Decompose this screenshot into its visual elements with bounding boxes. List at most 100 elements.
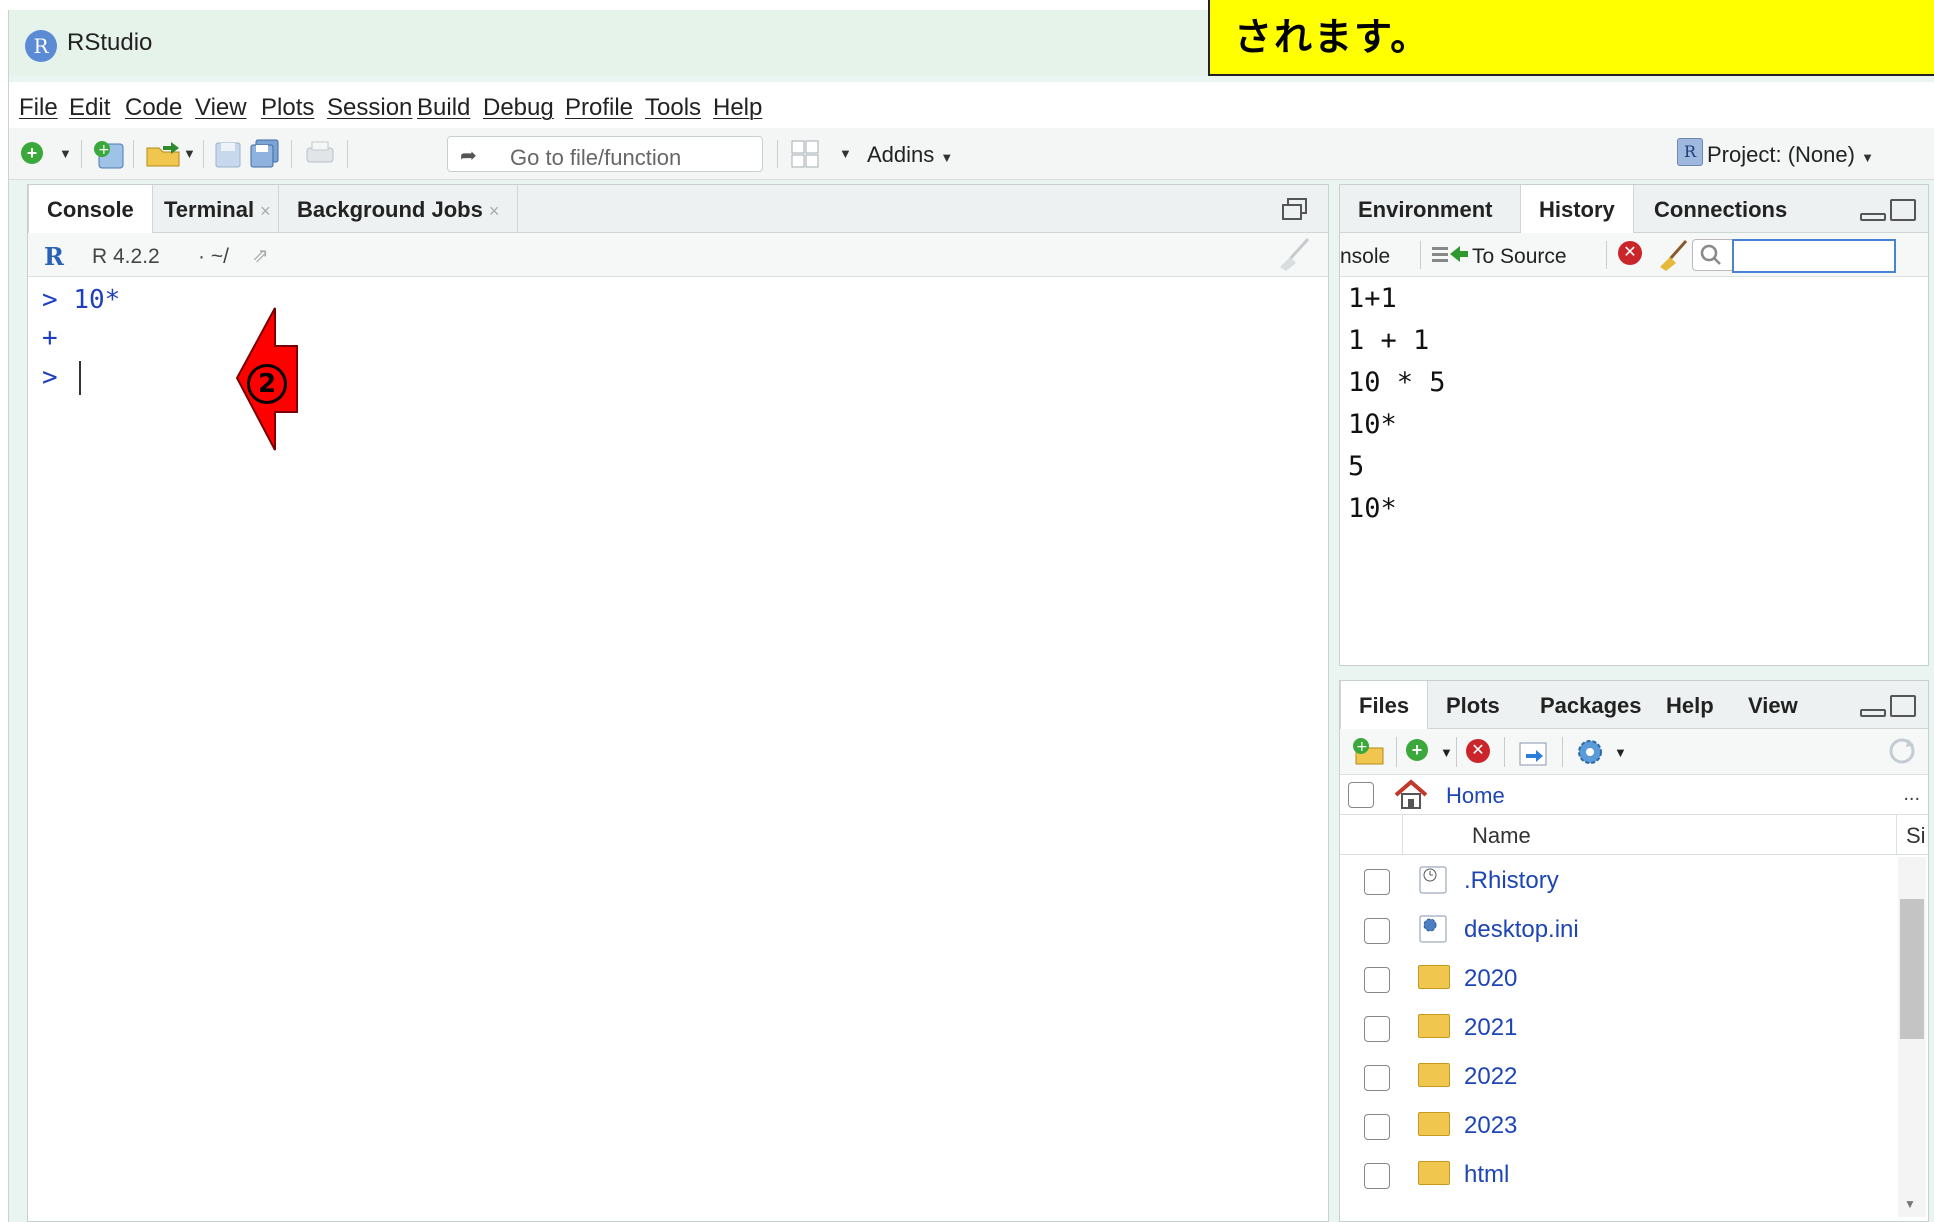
- tab-help[interactable]: Help: [1648, 681, 1732, 729]
- history-entry[interactable]: 10 * 5: [1348, 367, 1446, 398]
- history-entry[interactable]: 10*: [1348, 409, 1397, 440]
- file-checkbox[interactable]: [1364, 967, 1390, 993]
- chevron-down-icon: ▼: [940, 150, 954, 165]
- new-file-dropdown[interactable]: ▼: [59, 146, 72, 178]
- file-checkbox[interactable]: [1364, 1163, 1390, 1189]
- print-button[interactable]: [303, 138, 337, 170]
- go-to-file-input[interactable]: ➦ Go to file/function: [447, 136, 763, 172]
- menu-profile[interactable]: Profile: [565, 94, 633, 122]
- maximize-icon[interactable]: [1890, 199, 1916, 221]
- minimize-icon[interactable]: [1860, 213, 1886, 221]
- history-entry[interactable]: 1+1: [1348, 283, 1397, 314]
- new-project-icon: +: [94, 141, 124, 169]
- to-source-icon: [1432, 246, 1468, 262]
- file-checkbox[interactable]: [1364, 1016, 1390, 1042]
- file-checkbox[interactable]: [1364, 918, 1390, 944]
- file-checkbox[interactable]: [1364, 869, 1390, 895]
- close-icon[interactable]: ×: [489, 201, 500, 221]
- open-file-dropdown[interactable]: ▼: [183, 146, 196, 178]
- menu-edit[interactable]: Edit: [69, 94, 110, 122]
- open-folder-icon: [146, 142, 180, 167]
- scroll-down-icon[interactable]: ▼: [1904, 1197, 1916, 1211]
- menu-file[interactable]: File: [19, 94, 58, 122]
- more-settings-dropdown[interactable]: ▼: [1614, 745, 1627, 760]
- more-path-button[interactable]: ...: [1903, 783, 1920, 806]
- to-source-label[interactable]: To Source: [1472, 245, 1567, 269]
- history-entry[interactable]: 10*: [1348, 493, 1397, 524]
- breadcrumb-home[interactable]: Home: [1446, 783, 1505, 809]
- menu-session[interactable]: Session: [327, 94, 412, 122]
- file-checkbox[interactable]: [1364, 1065, 1390, 1091]
- history-entry[interactable]: 5: [1348, 451, 1364, 482]
- file-row[interactable]: .Rhistory 6: [1340, 857, 1928, 906]
- project-menu[interactable]: Project: (None) ▼: [1707, 142, 1874, 168]
- to-source-button[interactable]: [1430, 241, 1470, 274]
- file-row[interactable]: 2022: [1340, 1053, 1928, 1102]
- file-row[interactable]: 2020: [1340, 955, 1928, 1004]
- file-list-scrollbar[interactable]: ▼: [1898, 857, 1926, 1217]
- new-file-button[interactable]: +: [21, 138, 43, 170]
- new-blank-file-button[interactable]: +: [1406, 739, 1428, 761]
- file-name[interactable]: 2023: [1464, 1112, 1517, 1140]
- menu-view[interactable]: View: [195, 94, 247, 122]
- pane-layout-dropdown[interactable]: ▼: [839, 146, 852, 178]
- tab-terminal[interactable]: Terminal ×: [146, 185, 289, 233]
- new-folder-button[interactable]: +: [1350, 735, 1388, 774]
- column-header-size[interactable]: Si: [1906, 823, 1926, 849]
- refresh-button[interactable]: [1886, 735, 1918, 772]
- remove-entry-icon[interactable]: ✕: [1618, 241, 1642, 265]
- file-name[interactable]: 2022: [1464, 1063, 1517, 1091]
- menu-plots[interactable]: Plots: [261, 94, 314, 122]
- history-search-input[interactable]: [1732, 239, 1896, 273]
- column-header-name[interactable]: Name: [1472, 823, 1531, 849]
- file-name[interactable]: desktop.ini: [1464, 916, 1579, 944]
- tab-console[interactable]: Console: [28, 185, 153, 234]
- tab-files[interactable]: Files: [1340, 681, 1429, 730]
- tab-connections[interactable]: Connections: [1636, 185, 1805, 233]
- scrollbar-thumb[interactable]: [1900, 899, 1924, 1039]
- rename-button[interactable]: [1516, 737, 1552, 774]
- menu-code[interactable]: Code: [125, 94, 182, 122]
- pane-layout-button[interactable]: [789, 138, 823, 170]
- file-name[interactable]: html: [1464, 1161, 1509, 1189]
- tab-plots[interactable]: Plots: [1428, 681, 1518, 729]
- file-name[interactable]: 2020: [1464, 965, 1517, 993]
- restore-pane-button[interactable]: [1280, 197, 1310, 228]
- close-icon[interactable]: ×: [260, 201, 271, 221]
- console-input-line[interactable]: >: [42, 361, 82, 395]
- file-row[interactable]: desktop.ini 4(: [1340, 906, 1928, 955]
- working-directory[interactable]: · ~/: [198, 245, 229, 269]
- new-project-button[interactable]: +: [91, 138, 127, 170]
- save-all-button[interactable]: [249, 138, 283, 170]
- open-file-button[interactable]: [143, 138, 183, 170]
- menu-help[interactable]: Help: [713, 94, 762, 122]
- select-all-checkbox[interactable]: [1348, 782, 1374, 808]
- minimize-icon[interactable]: [1860, 709, 1886, 717]
- maximize-icon[interactable]: [1890, 695, 1916, 717]
- tab-background-jobs[interactable]: Background Jobs ×: [278, 185, 519, 233]
- tab-history[interactable]: History: [1520, 185, 1634, 234]
- go-to-directory-icon[interactable]: ⇗: [252, 243, 269, 268]
- delete-icon[interactable]: ✕: [1466, 739, 1490, 763]
- file-row[interactable]: 2021: [1340, 1004, 1928, 1053]
- file-row[interactable]: html: [1340, 1151, 1928, 1200]
- tab-viewer[interactable]: View: [1730, 681, 1820, 729]
- toolbar-divider: [347, 140, 348, 168]
- file-checkbox[interactable]: [1364, 1114, 1390, 1140]
- new-blank-file-dropdown[interactable]: ▼: [1440, 745, 1453, 760]
- file-name[interactable]: 2021: [1464, 1014, 1517, 1042]
- file-row[interactable]: 2023: [1340, 1102, 1928, 1151]
- menu-build[interactable]: Build: [417, 94, 470, 122]
- to-console-button[interactable]: nsole: [1340, 245, 1390, 269]
- addins-menu[interactable]: Addins ▼: [867, 142, 953, 168]
- file-name[interactable]: .Rhistory: [1464, 867, 1559, 895]
- clear-history-button[interactable]: [1656, 239, 1690, 276]
- tab-environment[interactable]: Environment: [1340, 185, 1510, 233]
- tab-packages[interactable]: Packages: [1522, 681, 1660, 729]
- clear-console-button[interactable]: [1274, 237, 1314, 276]
- menu-debug[interactable]: Debug: [483, 94, 554, 122]
- menu-tools[interactable]: Tools: [645, 94, 701, 122]
- save-button[interactable]: [213, 138, 243, 170]
- more-settings-button[interactable]: [1572, 735, 1610, 774]
- history-entry[interactable]: 1 + 1: [1348, 325, 1429, 356]
